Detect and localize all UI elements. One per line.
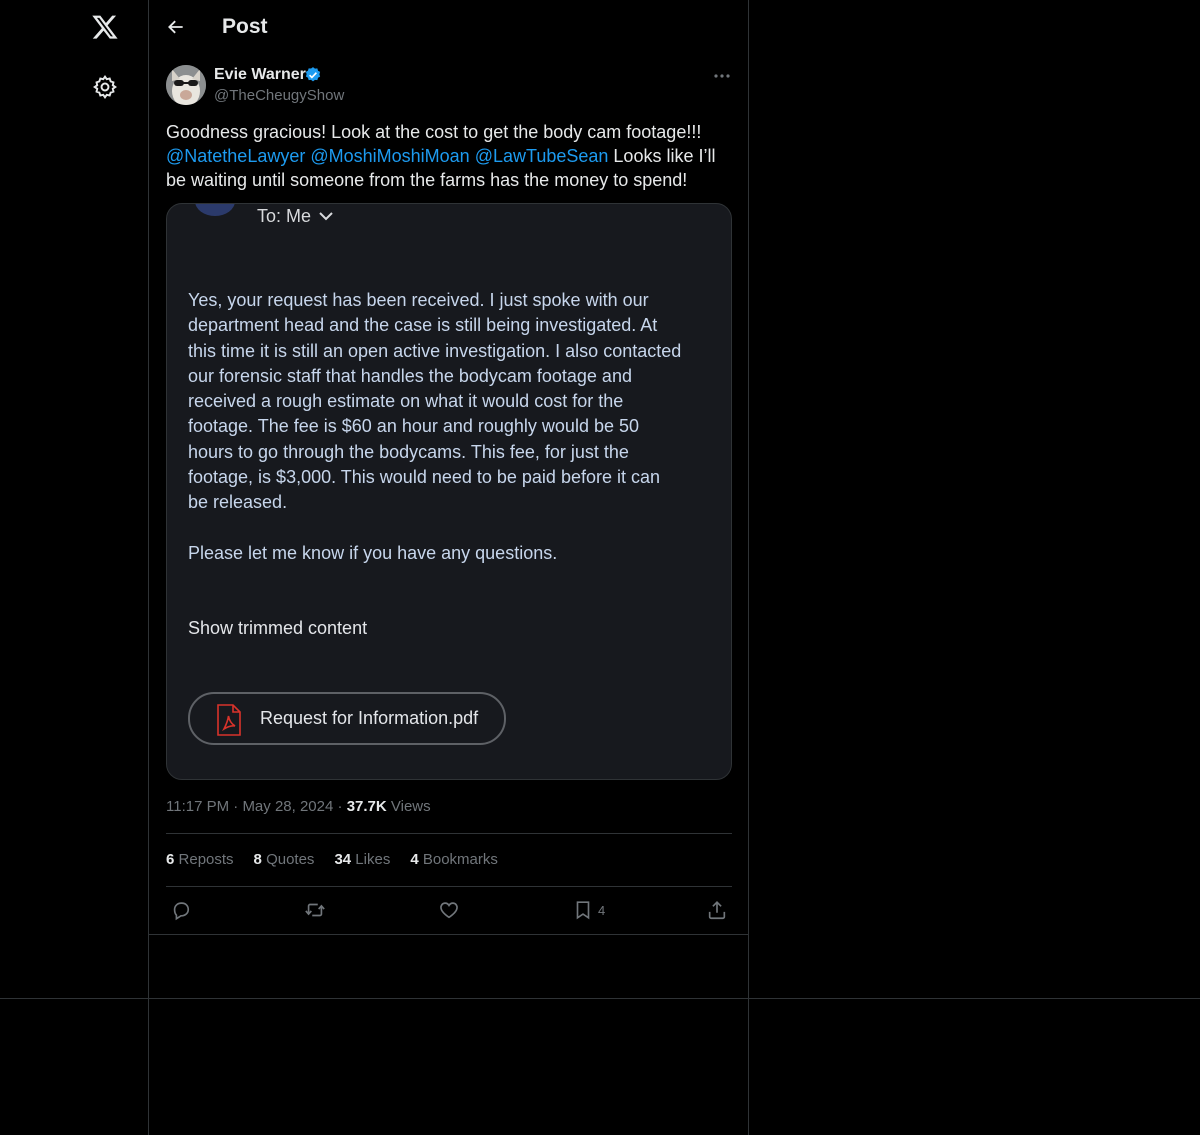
mention-link[interactable]: @NatetheLawyer [166, 146, 305, 166]
heart-icon[interactable] [438, 899, 460, 921]
engagement-stats: 6 Reposts 8 Quotes 34 Likes 4 Bookmarks [166, 851, 498, 868]
attachment-name: Request for Information.pdf [260, 708, 479, 728]
bookmark-icon[interactable] [572, 899, 594, 921]
author-name[interactable]: Evie Warner [214, 66, 306, 84]
reposts-count: 6 [166, 851, 175, 868]
post-header: Post [149, 0, 749, 55]
views-count: 37.7K [346, 798, 387, 815]
reposts-stat[interactable]: 6 Reposts [166, 851, 234, 868]
divider [0, 998, 1200, 999]
divider [166, 886, 732, 887]
pdf-icon [217, 704, 241, 736]
x-logo-icon[interactable] [91, 13, 119, 41]
likes-count: 34 [334, 851, 352, 868]
bookmark-action-count: 4 [598, 903, 606, 918]
left-rail [0, 0, 149, 1135]
meta-separator: · [337, 798, 347, 815]
email-recipient: To: Me [257, 206, 312, 226]
bookmarks-stat: 4 Bookmarks [410, 851, 498, 868]
email-closing: Please let me know if you have any quest… [188, 543, 558, 563]
divider [166, 833, 732, 834]
attachment-chip: Request for Information.pdf [188, 692, 506, 745]
more-horizontal-icon[interactable] [712, 66, 732, 86]
bookmarks-count: 4 [410, 851, 419, 868]
likes-label: Likes [355, 851, 391, 868]
tweet-text-intro: Goodness gracious! Look at the cost to g… [166, 122, 702, 142]
views-label: Views [390, 798, 431, 815]
likes-stat[interactable]: 34 Likes [334, 851, 390, 868]
repost-icon[interactable] [304, 899, 326, 921]
verified-badge-icon [305, 67, 321, 82]
avatar[interactable] [166, 65, 206, 105]
post-column: Post Evie Warner @TheCheugyShow Goodness… [149, 0, 749, 1135]
mention-link[interactable]: @LawTubeSean [475, 146, 609, 166]
author-handle[interactable]: @TheCheugyShow [214, 87, 344, 104]
tweet-text: Goodness gracious! Look at the cost to g… [166, 120, 736, 192]
divider [149, 934, 749, 935]
share-icon[interactable] [706, 899, 728, 921]
bookmarks-label: Bookmarks [422, 851, 498, 868]
sender-avatar [195, 204, 235, 216]
post-meta: 11:17 PM · May 28, 2024 · 37.7K Views [166, 798, 431, 815]
reposts-label: Reposts [178, 851, 234, 868]
show-trimmed-content: Show trimmed content [188, 618, 368, 638]
arrow-left-icon[interactable] [166, 17, 186, 37]
chevron-down-icon [319, 212, 333, 221]
gear-icon[interactable] [92, 74, 118, 100]
quotes-label: Quotes [266, 851, 315, 868]
quotes-stat[interactable]: 8 Quotes [254, 851, 315, 868]
mention-link[interactable]: @MoshiMoshiMoan [310, 146, 469, 166]
page-title: Post [222, 15, 268, 38]
reply-icon[interactable] [170, 899, 192, 921]
post-time[interactable]: 11:17 PM [166, 798, 229, 815]
tweet-media-image[interactable]: To: Me Yes, your request has been receiv… [166, 203, 732, 780]
post-date[interactable]: May 28, 2024 [242, 798, 333, 815]
email-body: Yes, your request has been received. I j… [188, 290, 682, 513]
quotes-count: 8 [253, 851, 262, 868]
